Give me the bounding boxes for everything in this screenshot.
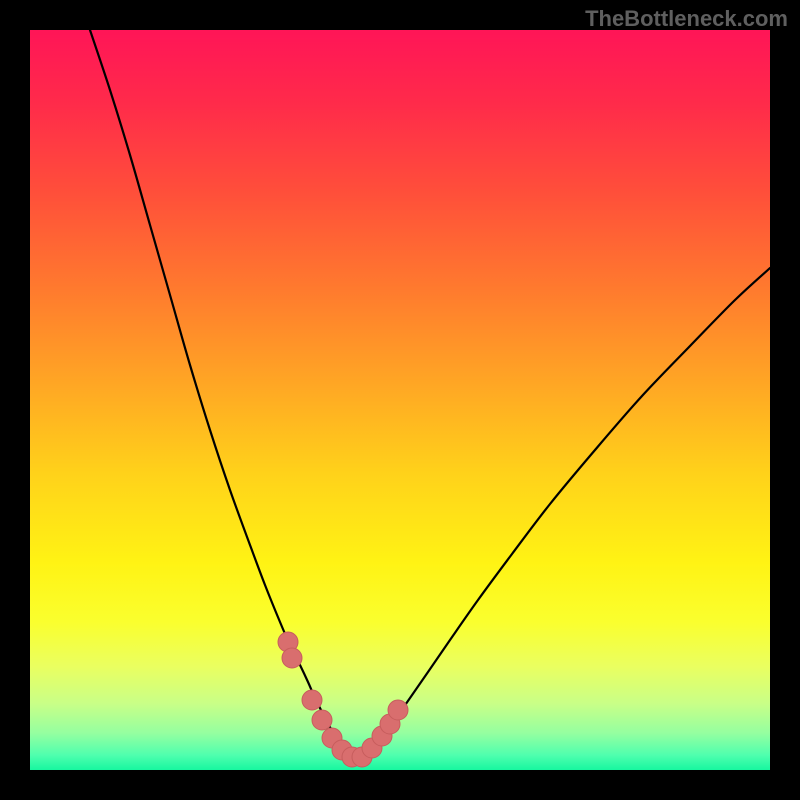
watermark-text: TheBottleneck.com <box>585 6 788 32</box>
marker-group <box>278 632 408 767</box>
marker-dot <box>302 690 322 710</box>
chart-frame: TheBottleneck.com <box>0 0 800 800</box>
left-curve <box>90 30 356 757</box>
right-curve <box>356 268 770 757</box>
marker-dot <box>282 648 302 668</box>
chart-svg <box>30 30 770 770</box>
plot-area <box>30 30 770 770</box>
marker-dot <box>388 700 408 720</box>
marker-dot <box>312 710 332 730</box>
